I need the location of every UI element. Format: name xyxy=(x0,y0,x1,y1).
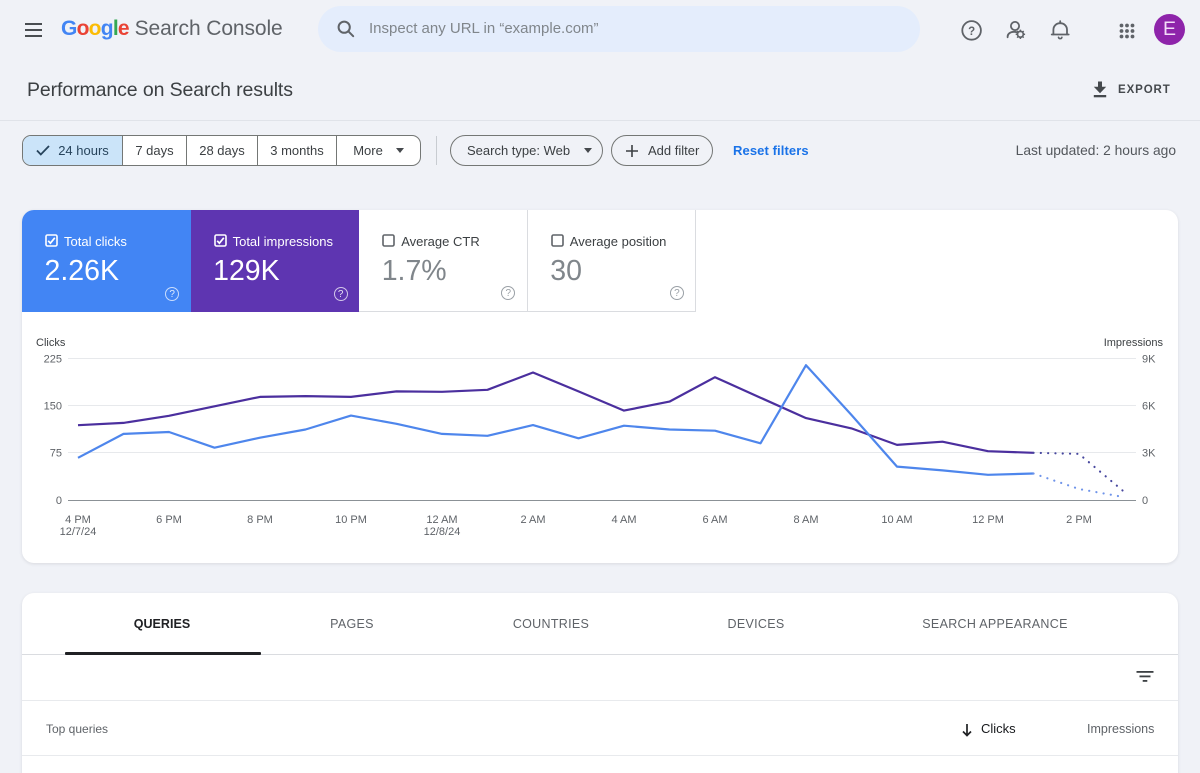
svg-text:2 PM: 2 PM xyxy=(1066,514,1092,526)
svg-text:12/7/24: 12/7/24 xyxy=(60,526,97,538)
svg-text:8 AM: 8 AM xyxy=(793,514,818,526)
svg-text:10 PM: 10 PM xyxy=(335,514,367,526)
svg-text:0: 0 xyxy=(1142,495,1148,507)
svg-text:8 PM: 8 PM xyxy=(247,514,273,526)
svg-text:3K: 3K xyxy=(1142,448,1156,460)
svg-text:10 AM: 10 AM xyxy=(881,514,912,526)
svg-text:4 PM: 4 PM xyxy=(65,514,91,526)
svg-text:?: ? xyxy=(968,26,975,38)
svg-text:Impressions: Impressions xyxy=(1104,337,1164,349)
svg-text:0: 0 xyxy=(56,495,62,507)
svg-text:12 PM: 12 PM xyxy=(972,514,1004,526)
svg-text:6 AM: 6 AM xyxy=(702,514,727,526)
svg-text:225: 225 xyxy=(44,354,62,366)
svg-text:9K: 9K xyxy=(1142,354,1156,366)
svg-text:2 AM: 2 AM xyxy=(520,514,545,526)
svg-text:6 PM: 6 PM xyxy=(156,514,182,526)
svg-text:Clicks: Clicks xyxy=(36,337,66,349)
svg-text:6K: 6K xyxy=(1142,401,1156,413)
svg-text:75: 75 xyxy=(50,448,62,460)
svg-text:4 AM: 4 AM xyxy=(611,514,636,526)
svg-text:12 AM: 12 AM xyxy=(426,514,457,526)
svg-text:150: 150 xyxy=(44,401,62,413)
svg-text:12/8/24: 12/8/24 xyxy=(424,526,461,538)
